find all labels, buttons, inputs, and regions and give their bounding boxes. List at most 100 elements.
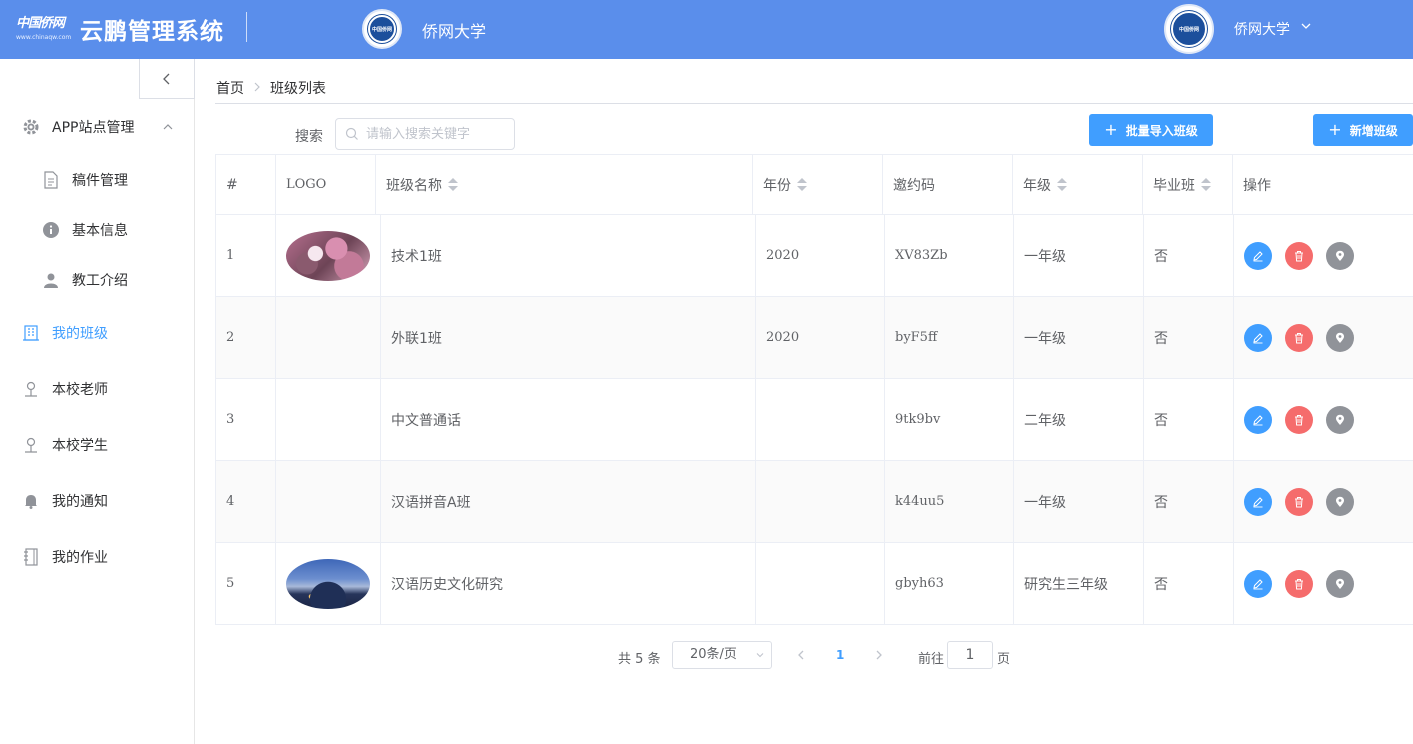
sidebar-item-homework[interactable]: 我的作业 [0, 537, 194, 577]
sidebar-item-label: 我的通知 [52, 494, 108, 510]
sidebar-item-manuscripts[interactable]: 稿件管理 [0, 160, 194, 200]
cell-class-name-text: 汉语历史文化研究 [391, 576, 503, 593]
column-header-class-name[interactable]: 班级名称 [376, 155, 753, 214]
cell-invite-code: 9tk9bv [885, 379, 1014, 460]
cell-graduating: 否 [1144, 215, 1234, 296]
sidebar-item-teachers[interactable]: 本校老师 [0, 369, 194, 409]
column-header-graduating[interactable]: 毕业班 [1143, 155, 1233, 214]
batch-import-class-button[interactable]: + 批量导入班级 [1089, 114, 1213, 146]
cell-actions [1234, 461, 1413, 542]
sidebar-item-staff-intro[interactable]: 教工介绍 [0, 260, 194, 300]
cell-index-text: 4 [226, 494, 235, 509]
cell-grade-text: 二年级 [1024, 412, 1066, 429]
sort-icon[interactable] [1057, 177, 1067, 192]
column-header-label: 操作 [1243, 177, 1271, 194]
page-size-select[interactable]: 20条/页 [672, 641, 772, 669]
edit-icon [1252, 578, 1264, 590]
cell-actions [1234, 297, 1413, 378]
add-class-label: 新增班级 [1349, 123, 1398, 138]
brand-sub-text: www.chinaqw.com [16, 34, 72, 41]
sort-icon[interactable] [797, 177, 807, 192]
breadcrumb-home[interactable]: 首页 [216, 78, 244, 98]
delete-button[interactable] [1285, 569, 1313, 598]
delete-button[interactable] [1285, 487, 1313, 516]
sidebar-item-my-classes[interactable]: 我的班级 [0, 313, 194, 353]
prev-page-icon[interactable] [795, 648, 807, 662]
sidebar-item-label: 我的作业 [52, 550, 108, 566]
cell-grade: 一年级 [1014, 297, 1144, 378]
sort-icon[interactable] [1201, 177, 1211, 192]
goto-label: 前往 [918, 652, 945, 667]
chevron-right-icon [253, 80, 261, 96]
edit-icon [1252, 332, 1264, 344]
sidebar-collapse-button[interactable] [139, 59, 195, 99]
school-badge-text: 中国侨网 [371, 26, 392, 33]
delete-button[interactable] [1285, 241, 1313, 270]
top-header: 中国侨网 www.chinaqw.com 云鹏管理系统 中国侨网 侨网大学 中国… [0, 0, 1413, 59]
cell-year [756, 461, 885, 542]
cell-index: 4 [216, 461, 276, 542]
plus-icon: + [1328, 120, 1342, 139]
column-header-label: # [226, 176, 238, 193]
bell-icon [22, 492, 40, 510]
cell-graduating: 否 [1144, 461, 1234, 542]
table-row: 1 技术1班 2020 XV83Zb 一年级 否 [216, 215, 1413, 297]
trash-icon [1293, 496, 1305, 508]
next-page-icon[interactable] [873, 648, 885, 662]
sidebar-item-basic-info[interactable]: 基本信息 [0, 210, 194, 250]
breadcrumb-divider [215, 103, 1413, 104]
user-avatar[interactable]: 中国侨网 [1164, 4, 1214, 54]
sidebar-item-notifications[interactable]: 我的通知 [0, 481, 194, 521]
sidebar-item-app-site[interactable]: APP站点管理 [0, 107, 194, 147]
cell-graduating: 否 [1144, 297, 1234, 378]
edit-button[interactable] [1244, 405, 1272, 434]
sort-icon[interactable] [448, 177, 458, 192]
cell-invite-code-text: XV83Zb [895, 248, 948, 263]
table-header: # LOGO 班级名称 年份 邀约码 年级 毕业班 操作 [216, 155, 1413, 215]
column-header-year[interactable]: 年份 [753, 155, 883, 214]
edit-button[interactable] [1244, 241, 1272, 270]
edit-button[interactable] [1244, 323, 1272, 352]
search-input[interactable] [335, 118, 515, 150]
app-logo[interactable]: 中国侨网 www.chinaqw.com 云鹏管理系统 [16, 12, 224, 46]
delete-button[interactable] [1285, 405, 1313, 434]
location-button[interactable] [1326, 569, 1354, 598]
location-button[interactable] [1326, 241, 1354, 270]
edit-button[interactable] [1244, 569, 1272, 598]
column-header-index: # [216, 155, 276, 214]
sidebar-item-students[interactable]: 本校学生 [0, 425, 194, 465]
column-header-logo: LOGO [276, 155, 376, 214]
location-button[interactable] [1326, 487, 1354, 516]
sidebar-item-label: 教工介绍 [72, 273, 128, 289]
cell-logo [276, 461, 381, 542]
school-name: 侨网大学 [422, 22, 487, 41]
page-number-current[interactable]: 1 [836, 648, 844, 662]
person-outline-icon [22, 380, 40, 398]
cell-index: 2 [216, 297, 276, 378]
cell-index: 3 [216, 379, 276, 460]
trash-icon [1293, 332, 1305, 344]
cell-actions [1234, 215, 1413, 296]
delete-button[interactable] [1285, 323, 1313, 352]
cell-invite-code: k44uu5 [885, 461, 1014, 542]
trash-icon [1293, 250, 1305, 262]
sidebar-item-label: 本校学生 [52, 438, 108, 454]
goto-page-input[interactable] [947, 641, 993, 669]
location-button[interactable] [1326, 323, 1354, 352]
cell-grade: 二年级 [1014, 379, 1144, 460]
location-pin-icon [1334, 496, 1346, 508]
column-header-actions: 操作 [1233, 155, 1413, 214]
add-class-button[interactable]: + 新增班级 [1313, 114, 1413, 146]
cell-graduating-text: 否 [1154, 494, 1168, 511]
location-button[interactable] [1326, 405, 1354, 434]
cell-logo [276, 543, 381, 624]
cell-year [756, 543, 885, 624]
user-menu-name[interactable]: 侨网大学 [1234, 19, 1290, 39]
cell-graduating: 否 [1144, 543, 1234, 624]
breadcrumb-current: 班级列表 [270, 81, 326, 97]
cell-graduating-text: 否 [1154, 330, 1168, 347]
edit-button[interactable] [1244, 487, 1272, 516]
column-header-grade[interactable]: 年级 [1013, 155, 1143, 214]
chevron-down-icon[interactable] [1300, 20, 1312, 32]
cell-actions [1234, 543, 1413, 624]
